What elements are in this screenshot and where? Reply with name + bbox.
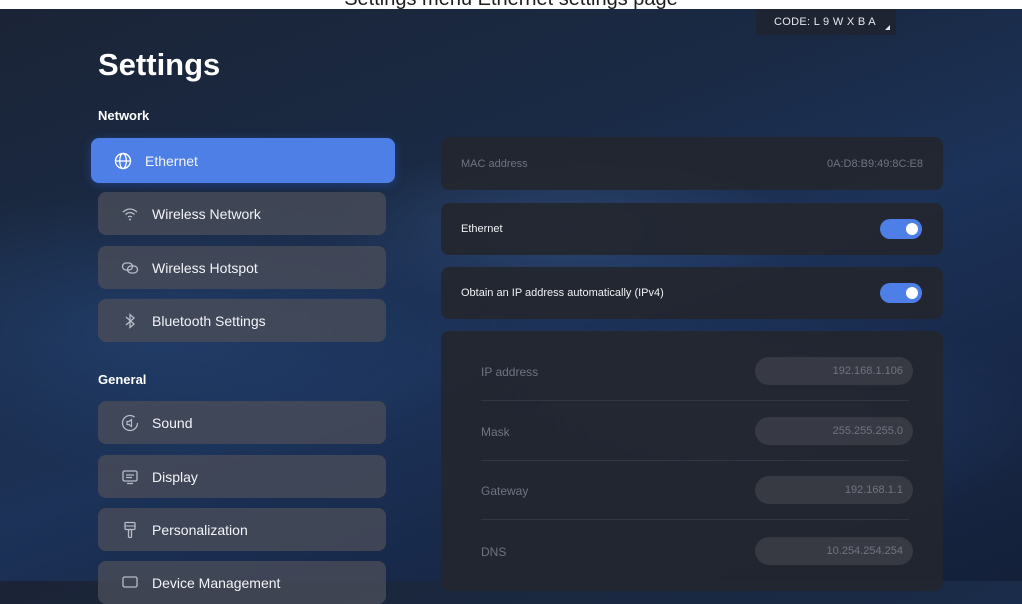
bluetooth-icon <box>120 311 140 331</box>
mac-address-card: MAC address 0A:D8:B9:49:8C:E8 <box>441 137 943 190</box>
hotspot-icon <box>120 258 140 278</box>
sidebar-item-label: Wireless Hotspot <box>152 259 258 276</box>
ethernet-toggle-row[interactable]: Ethernet <box>441 203 943 255</box>
mask-field[interactable]: 255.255.255.0 <box>755 417 913 445</box>
sidebar-item-label: Bluetooth Settings <box>152 312 266 329</box>
mask-label: Mask <box>481 425 510 439</box>
sidebar-item-display[interactable]: Display <box>98 455 386 498</box>
sidebar-item-wireless-network[interactable]: Wireless Network <box>98 192 386 235</box>
sound-icon <box>120 413 140 433</box>
ethernet-toggle-label: Ethernet <box>461 223 503 235</box>
gateway-field[interactable]: 192.168.1.1 <box>755 476 913 504</box>
divider <box>481 519 909 520</box>
toggle-knob <box>906 287 918 299</box>
dns-field[interactable]: 10.254.254.254 <box>755 537 913 565</box>
divider <box>481 460 909 461</box>
divider <box>481 400 909 401</box>
gateway-label: Gateway <box>481 484 529 498</box>
corner-indicator-icon <box>885 25 890 30</box>
toggle-knob <box>906 223 918 235</box>
sidebar-item-ethernet[interactable]: Ethernet <box>91 138 395 183</box>
dns-label: DNS <box>481 545 507 559</box>
ip-address-label: IP address <box>481 365 539 379</box>
sidebar-item-device-management[interactable]: Device Management <box>98 561 386 604</box>
sidebar-item-label: Ethernet <box>145 152 198 169</box>
dhcp-toggle[interactable] <box>880 283 922 303</box>
device-icon <box>120 573 140 593</box>
ip-settings-card: IP address 192.168.1.106 Mask 255.255.25… <box>441 331 943 591</box>
ethernet-toggle[interactable] <box>880 219 922 239</box>
sidebar-item-wireless-hotspot[interactable]: Wireless Hotspot <box>98 246 386 289</box>
sidebar-item-bluetooth[interactable]: Bluetooth Settings <box>98 299 386 342</box>
sidebar-item-label: Wireless Network <box>152 205 261 222</box>
sidebar-item-sound[interactable]: Sound <box>98 401 386 444</box>
sidebar-item-label: Sound <box>152 414 193 431</box>
sidebar-item-label: Display <box>152 468 198 485</box>
code-label: CODE: L 9 W X B A <box>774 16 876 28</box>
globe-icon <box>113 151 133 171</box>
mac-address-value: 0A:D8:B9:49:8C:E8 <box>826 158 923 170</box>
sidebar-item-label: Device Management <box>152 574 281 591</box>
page-title: Settings <box>98 47 221 82</box>
wifi-icon <box>120 204 140 224</box>
sidebar-item-label: Personalization <box>152 521 248 538</box>
ip-address-field[interactable]: 192.168.1.106 <box>755 357 913 385</box>
section-label-network: Network <box>98 108 150 123</box>
brush-icon <box>120 520 140 540</box>
dhcp-toggle-label: Obtain an IP address automatically (IPv4… <box>461 287 664 299</box>
dhcp-toggle-row[interactable]: Obtain an IP address automatically (IPv4… <box>441 267 943 319</box>
mac-address-label: MAC address <box>461 158 528 170</box>
code-badge: CODE: L 9 W X B A <box>756 9 896 35</box>
display-icon <box>120 467 140 487</box>
sidebar-item-personalization[interactable]: Personalization <box>98 508 386 551</box>
section-label-general: General <box>98 372 147 387</box>
